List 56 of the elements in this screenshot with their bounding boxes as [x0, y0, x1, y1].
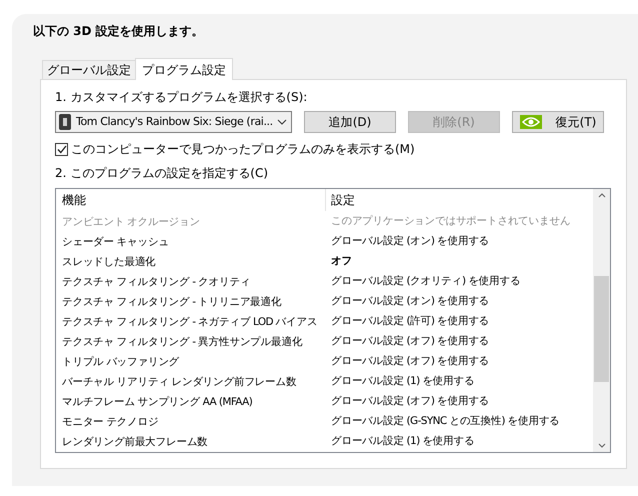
setting-row[interactable]: スレッドした最適化 オフ — [56, 251, 593, 271]
feature-name: アンビエント オクルージョン — [62, 216, 200, 228]
feature-name: シェーダー キャッシュ — [62, 236, 169, 248]
feature-name: バーチャル リアリティ レンダリング前フレーム数 — [62, 376, 296, 388]
tab[interactable]: グローバル設定 — [42, 60, 135, 79]
step-label: 1. カスタマイズするプログラムを選択する(S): — [55, 89, 308, 106]
setting-row[interactable]: モニター テクノロジ グローバル設定 (G-SYNC との互換性) を使用する — [56, 411, 593, 431]
setting-row[interactable]: バーチャル リアリティ レンダリング前フレーム数 グローバル設定 (1) を使用する — [56, 371, 593, 391]
setting-row[interactable]: テクスチャ フィルタリング - 異方性サンプル最適化 グローバル設定 (オフ) を使用する — [56, 331, 593, 351]
setting-value: グローバル設定 (オフ) を使用する — [330, 394, 490, 409]
column-header[interactable]: 設定 — [326, 189, 593, 211]
action-button[interactable]: 追加(D) — [304, 111, 396, 133]
tab[interactable]: プログラム設定 — [135, 58, 233, 80]
step-label: 2. このプログラムの設定を指定する(C) — [55, 165, 270, 182]
setting-row[interactable]: レンダリング前最大フレーム数 グローバル設定 (1) を使用する — [56, 431, 593, 451]
checkmark-icon — [56, 144, 66, 154]
feature-name: マルチフレーム サンプリング AA (MFAA) — [62, 396, 252, 408]
scrollbar[interactable] — [593, 189, 610, 452]
scroll-up-icon[interactable] — [598, 193, 606, 198]
setting-value: グローバル設定 (G-SYNC との互換性) を使用する — [330, 414, 560, 429]
setting-value: グローバル設定 (オフ) を使用する — [330, 354, 490, 369]
setting-value: グローバル設定 (許可) を使用する — [330, 314, 490, 329]
setting-row[interactable]: トリプル バッファリング グローバル設定 (オフ) を使用する — [56, 351, 593, 371]
section-heading: 以下の 3D 設定を使用します。 — [33, 23, 205, 40]
action-button[interactable]: 復元(T) — [512, 111, 604, 133]
chevron-down-icon — [277, 119, 287, 125]
setting-value: グローバル設定 (オン) を使用する — [330, 234, 490, 249]
column-header[interactable]: 機能 — [56, 189, 326, 211]
dropdown-value: Tom Clancy's Rainbow Six: Siege (rai... — [76, 114, 274, 130]
feature-name: テクスチャ フィルタリング - クオリティ — [62, 276, 250, 288]
scroll-down-icon[interactable] — [598, 443, 606, 448]
setting-value: グローバル設定 (1) を使用する — [330, 434, 474, 449]
setting-value: オフ — [330, 254, 352, 269]
setting-row[interactable]: テクスチャ フィルタリング - ネガティブ LOD バイアス グローバル設定 (許可) を使用する — [56, 311, 593, 331]
feature-name: テクスチャ フィルタリング - ネガティブ LOD バイアス — [62, 316, 318, 328]
setting-row[interactable]: テクスチャ フィルタリング - トリリニア最適化 グローバル設定 (オン) を使用する — [56, 291, 593, 311]
setting-row[interactable]: マルチフレーム サンプリング AA (MFAA) グローバル設定 (オフ) を使用する — [56, 391, 593, 411]
setting-value: グローバル設定 (オン) を使用する — [330, 294, 490, 309]
setting-row[interactable]: シェーダー キャッシュ グローバル設定 (オン) を使用する — [56, 231, 593, 251]
program-dropdown[interactable]: Tom Clancy's Rainbow Six: Siege (rai... — [55, 111, 292, 133]
checkbox[interactable] — [55, 142, 68, 156]
eye-logo-icon — [520, 115, 542, 129]
setting-value: グローバル設定 (1) を使用する — [330, 374, 474, 389]
setting-value: グローバル設定 (オフ) を使用する — [330, 334, 490, 349]
feature-name: テクスチャ フィルタリング - 異方性サンプル最適化 — [62, 336, 302, 348]
feature-name: テクスチャ フィルタリング - トリリニア最適化 — [62, 296, 282, 308]
scroll-thumb[interactable] — [594, 276, 609, 382]
feature-name: レンダリング前最大フレーム数 — [62, 436, 208, 448]
checkbox-label: このコンピューターで見つかったプログラムのみを表示する(M) — [71, 141, 415, 158]
setting-row[interactable]: テクスチャ フィルタリング - クオリティ グローバル設定 (クオリティ) を使用する — [56, 271, 593, 291]
feature-name: モニター テクノロジ — [62, 416, 158, 428]
program-icon — [59, 114, 71, 130]
setting-value: グローバル設定 (クオリティ) を使用する — [330, 274, 520, 289]
feature-name: トリプル バッファリング — [62, 356, 180, 368]
feature-name: スレッドした最適化 — [62, 256, 156, 268]
setting-value: このアプリケーションではサポートされていません — [330, 214, 570, 229]
